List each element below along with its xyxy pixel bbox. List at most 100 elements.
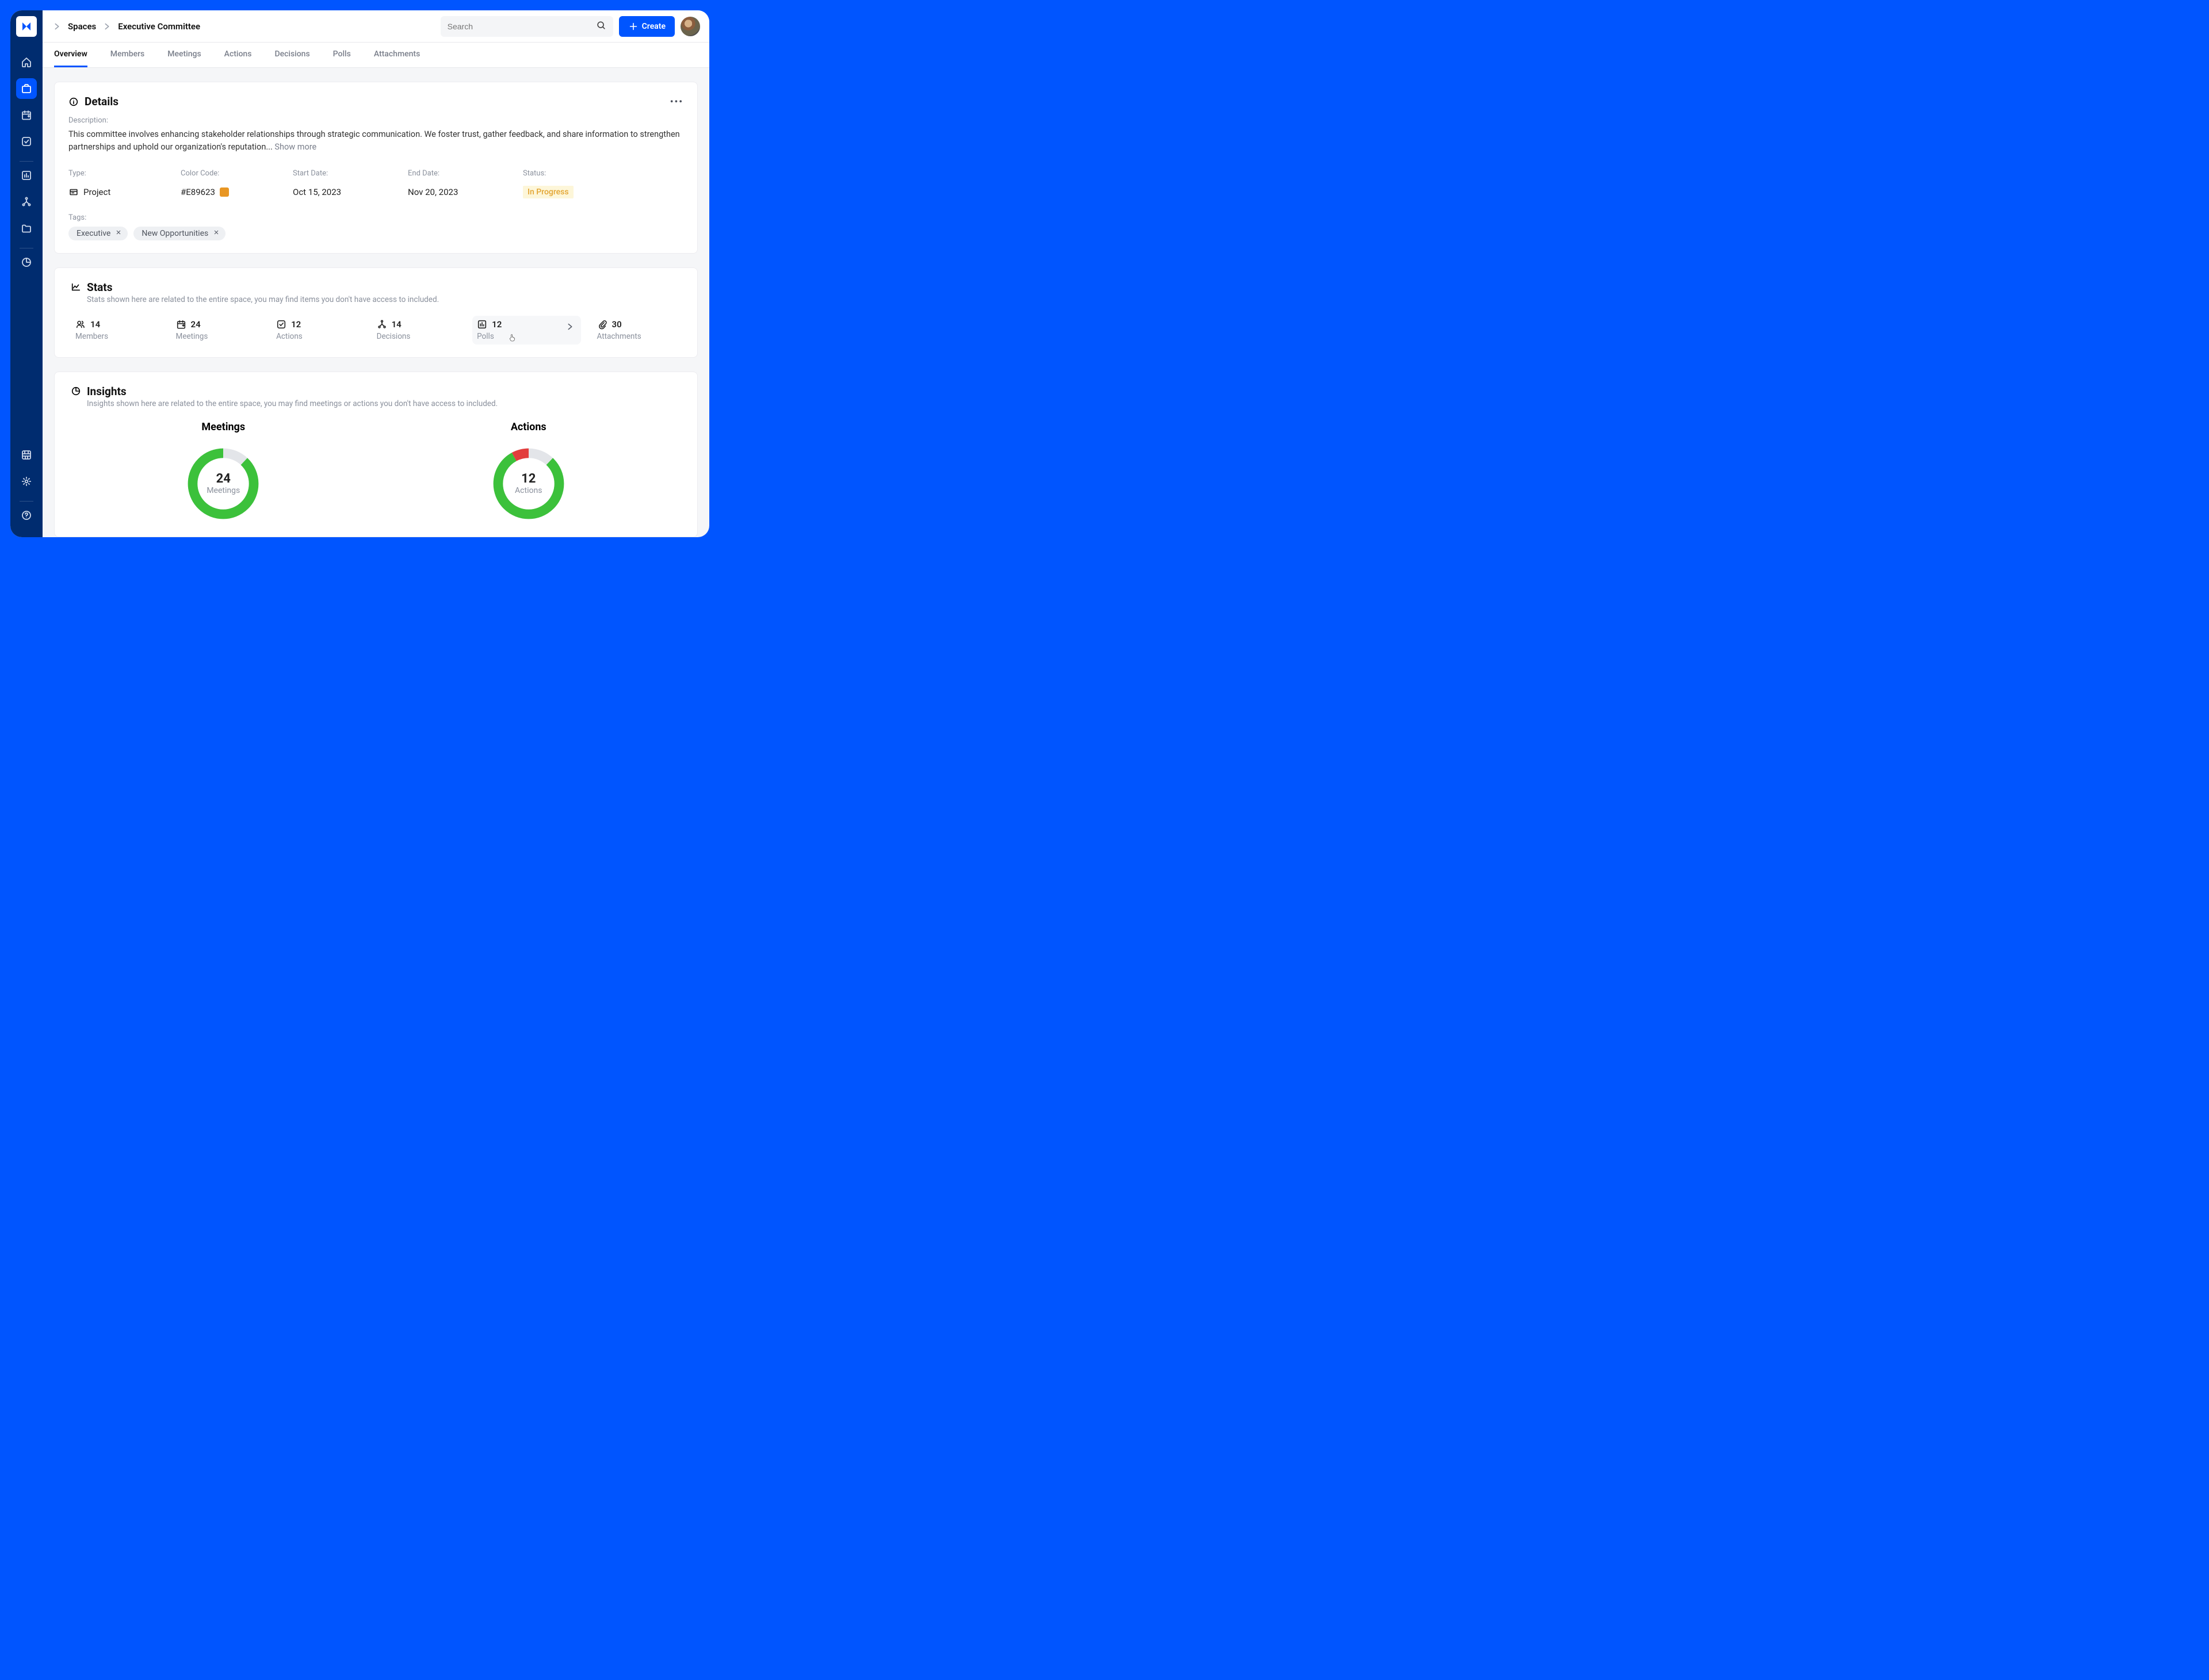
details-card: Details ••• Description: This committee … (54, 82, 698, 254)
end-date-value: Nov 20, 2023 (408, 186, 517, 198)
type-value-text: Project (83, 187, 110, 197)
stat-value: 14 (90, 319, 100, 330)
insight-actions-value: 12 (521, 472, 536, 486)
tab-polls[interactable]: Polls (333, 43, 351, 67)
top-bar: Spaces Executive Committee Create (43, 10, 709, 43)
tab-attachments[interactable]: Attachments (374, 43, 420, 67)
nav-decisions[interactable] (16, 192, 37, 212)
insights-subtitle: Insights shown here are related to the e… (87, 399, 681, 408)
user-avatar[interactable] (681, 17, 700, 36)
start-date-label: Start Date: (293, 169, 402, 178)
stat-label: Actions (276, 332, 356, 341)
nav-separator (20, 501, 33, 502)
nav-files[interactable] (16, 218, 37, 239)
tag-remove-icon[interactable] (115, 229, 122, 238)
search-box[interactable] (441, 16, 613, 37)
search-input[interactable] (448, 22, 591, 31)
project-icon (68, 187, 79, 197)
color-label: Color Code: (181, 169, 287, 178)
actions-donut-chart: 12 Actions (488, 443, 569, 524)
nav-analytics[interactable] (16, 165, 37, 186)
stat-value: 12 (291, 319, 301, 330)
branch-icon (377, 319, 387, 330)
crumb-current[interactable]: Executive Committee (118, 21, 200, 32)
members-icon (75, 319, 86, 330)
nav-separator (20, 161, 33, 162)
chevron-right-icon (102, 21, 112, 32)
tag-label: New Opportunities (142, 229, 208, 238)
paperclip-icon (597, 319, 607, 330)
left-nav-rail (10, 10, 43, 537)
stats-title: Stats (87, 281, 113, 294)
insight-actions-title: Actions (511, 421, 546, 433)
tag-chip[interactable]: Executive (68, 227, 128, 240)
insights-card: Insights Insights shown here are related… (54, 372, 698, 537)
stat-value: 30 (612, 319, 622, 330)
nav-settings[interactable] (16, 471, 37, 492)
meetings-donut-chart: 24 Meetings (183, 443, 263, 524)
type-value: Project (68, 186, 175, 198)
show-more-link[interactable]: Show more (274, 142, 316, 152)
trend-icon (71, 282, 81, 292)
start-date-value: Oct 15, 2023 (293, 186, 402, 198)
status-badge: In Progress (523, 186, 574, 198)
tab-actions[interactable]: Actions (224, 43, 252, 67)
stats-subtitle: Stats shown here are related to the enti… (87, 295, 681, 304)
insight-meetings-value: 24 (216, 472, 231, 486)
stat-members[interactable]: 14 Members (71, 316, 160, 345)
tag-chip[interactable]: New Opportunities (133, 227, 226, 240)
chart-icon (477, 319, 487, 330)
nav-apps[interactable] (16, 445, 37, 465)
tab-overview[interactable]: Overview (54, 43, 87, 67)
insight-meetings: Meetings 24 Meetings (183, 421, 263, 524)
tag-label: Executive (77, 229, 110, 238)
status-label: Status: (523, 169, 683, 178)
space-tabs: Overview Members Meetings Actions Decisi… (43, 43, 709, 68)
type-label: Type: (68, 169, 175, 178)
stat-attachments[interactable]: 30 Attachments (593, 316, 682, 345)
create-button[interactable]: Create (619, 16, 675, 37)
description-label: Description: (68, 116, 683, 125)
insight-actions: Actions 12 Actions (488, 421, 569, 524)
tag-remove-icon[interactable] (213, 229, 220, 238)
nav-reports[interactable] (16, 252, 37, 273)
plus-icon (628, 21, 639, 32)
color-value: #E89623 (181, 186, 287, 198)
nav-home[interactable] (16, 52, 37, 72)
color-swatch (220, 187, 229, 197)
stat-meetings[interactable]: 24 Meetings (171, 316, 261, 345)
stat-label: Attachments (597, 332, 677, 341)
status-value: In Progress (523, 186, 683, 198)
tab-meetings[interactable]: Meetings (167, 43, 201, 67)
breadcrumb: Spaces Executive Committee (52, 21, 200, 32)
nav-tasks[interactable] (16, 131, 37, 152)
nav-calendar[interactable] (16, 105, 37, 125)
tab-decisions[interactable]: Decisions (274, 43, 309, 67)
stat-label: Decisions (377, 332, 457, 341)
stat-decisions[interactable]: 14 Decisions (372, 316, 461, 345)
nav-help[interactable] (16, 505, 37, 526)
check-icon (276, 319, 286, 330)
stat-value: 12 (492, 319, 502, 330)
stat-label: Polls (477, 332, 564, 341)
stat-label: Members (75, 332, 155, 341)
chevron-right-icon (52, 21, 62, 32)
stat-actions[interactable]: 12 Actions (272, 316, 361, 345)
crumb-spaces[interactable]: Spaces (68, 21, 96, 32)
description-body: This committee involves enhancing stakeh… (68, 129, 680, 152)
tab-members[interactable]: Members (110, 43, 144, 67)
color-code-text: #E89623 (181, 187, 215, 197)
stat-polls[interactable]: 12 Polls (472, 316, 580, 345)
app-logo[interactable] (16, 16, 37, 37)
nav-spaces[interactable] (16, 78, 37, 99)
search-icon (596, 20, 606, 33)
stat-value: 24 (191, 319, 201, 330)
end-date-label: End Date: (408, 169, 517, 178)
calendar-icon (176, 319, 186, 330)
details-title: Details (85, 95, 119, 108)
chevron-right-icon (565, 322, 575, 334)
description-text: This committee involves enhancing stakeh… (68, 128, 683, 154)
pie-icon (71, 386, 81, 396)
tags-label: Tags: (68, 213, 683, 222)
details-more-menu[interactable]: ••• (670, 96, 683, 107)
